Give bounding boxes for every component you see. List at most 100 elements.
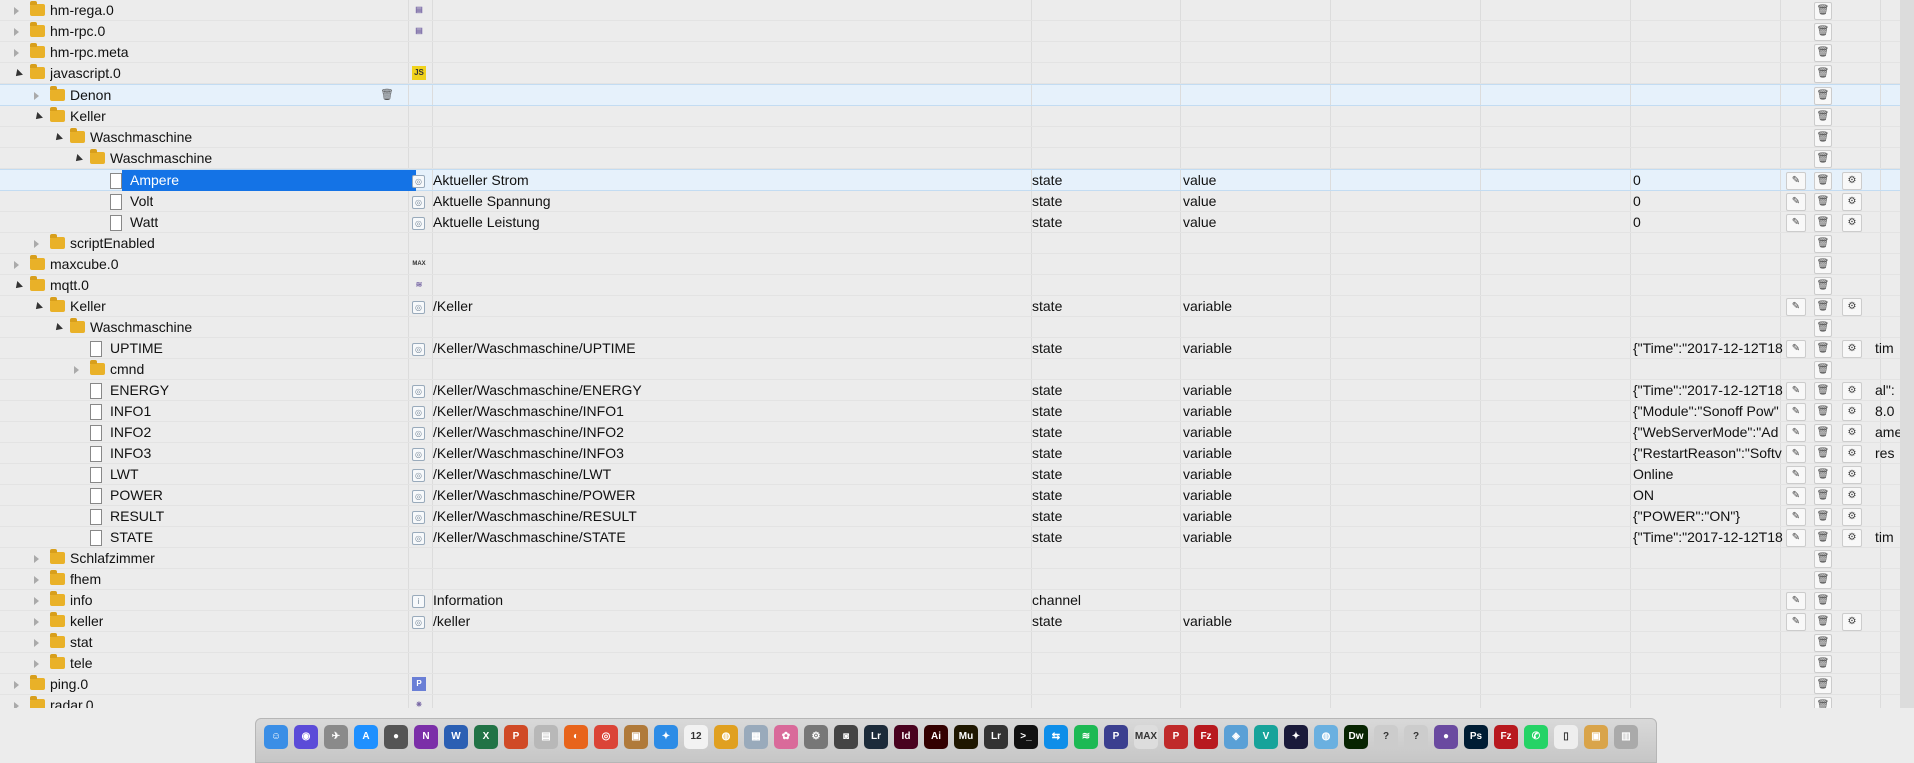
delete-button[interactable]: 🗑: [1814, 214, 1832, 232]
onenote-icon[interactable]: N: [414, 725, 438, 749]
edit-button[interactable]: ✎: [1786, 613, 1806, 631]
polar-icon[interactable]: P: [1164, 725, 1188, 749]
object-name[interactable]: cmnd: [110, 359, 144, 380]
delete-button[interactable]: 🗑: [1814, 571, 1832, 589]
collapse-toggle-icon[interactable]: [73, 154, 83, 164]
object-name[interactable]: stat: [70, 632, 93, 653]
camera-icon[interactable]: ◙: [834, 725, 858, 749]
object-name[interactable]: Keller: [70, 106, 106, 127]
expand-toggle-icon[interactable]: [14, 261, 19, 269]
dreamweaver-icon[interactable]: Dw: [1344, 725, 1368, 749]
tree-row[interactable]: Schlafzimmer 🗑: [0, 548, 1900, 569]
filezilla-icon[interactable]: Fz: [1194, 725, 1218, 749]
delete-button[interactable]: 🗑: [1814, 87, 1832, 105]
settings-button[interactable]: ⚙: [1842, 298, 1862, 316]
tree-row[interactable]: INFO1 ◎ /Keller/Waschmaschine/INFO1 state va…: [0, 401, 1900, 422]
expand-toggle-icon[interactable]: [74, 366, 79, 374]
delete-button[interactable]: 🗑: [1814, 108, 1832, 126]
settings-button[interactable]: ⚙: [1842, 214, 1862, 232]
expand-toggle-icon[interactable]: [34, 660, 39, 668]
collapse-toggle-icon[interactable]: [13, 69, 23, 79]
tree-row[interactable]: POWER ◎ /Keller/Waschmaschine/POWER state va…: [0, 485, 1900, 506]
expand-toggle-icon[interactable]: [34, 240, 39, 248]
settings-button[interactable]: ⚙: [1842, 466, 1862, 484]
spotify-icon[interactable]: ≋: [1074, 725, 1098, 749]
patreon-icon[interactable]: P: [1104, 725, 1128, 749]
object-name[interactable]: Schlafzimmer: [70, 548, 155, 569]
calendar-icon[interactable]: 12: [684, 725, 708, 749]
edit-button[interactable]: ✎: [1786, 403, 1806, 421]
delete-button[interactable]: 🗑: [1814, 508, 1832, 526]
settings-button[interactable]: ⚙: [1842, 529, 1862, 547]
finder-alt-icon[interactable]: ◍: [714, 725, 738, 749]
edit-button[interactable]: ✎: [1786, 193, 1806, 211]
object-name[interactable]: info: [70, 590, 93, 611]
terminal-icon[interactable]: >_: [1014, 725, 1038, 749]
object-name[interactable]: Waschmaschine: [90, 317, 192, 338]
edit-button[interactable]: ✎: [1786, 592, 1806, 610]
delete-button[interactable]: 🗑: [1814, 529, 1832, 547]
object-name[interactable]: INFO1: [110, 401, 151, 422]
collapse-toggle-icon[interactable]: [53, 133, 63, 143]
settings-icon[interactable]: ⚙: [804, 725, 828, 749]
object-name[interactable]: Denon: [70, 85, 111, 106]
tree-row[interactable]: mqtt.0 ≋ 🗑: [0, 275, 1900, 296]
settings-button[interactable]: ⚙: [1842, 382, 1862, 400]
edit-button[interactable]: ✎: [1786, 424, 1806, 442]
illustrator-icon[interactable]: Ai: [924, 725, 948, 749]
tree-row[interactable]: hm-rpc.meta 🗑: [0, 42, 1900, 63]
edit-button[interactable]: ✎: [1786, 508, 1806, 526]
edit-button[interactable]: ✎: [1786, 487, 1806, 505]
delete-button[interactable]: 🗑: [1814, 319, 1832, 337]
delete-button[interactable]: 🗑: [1814, 129, 1832, 147]
tree-row[interactable]: INFO2 ◎ /Keller/Waschmaschine/INFO2 state va…: [0, 422, 1900, 443]
edit-button[interactable]: ✎: [1786, 340, 1806, 358]
object-name[interactable]: ping.0: [50, 674, 88, 695]
delete-button[interactable]: 🗑: [1814, 340, 1832, 358]
object-name[interactable]: hm-rega.0: [50, 0, 114, 21]
delete-button[interactable]: 🗑: [1814, 235, 1832, 253]
object-name[interactable]: mqtt.0: [50, 275, 89, 296]
expand-toggle-icon[interactable]: [34, 555, 39, 563]
edit-button[interactable]: ✎: [1786, 214, 1806, 232]
powerpoint-icon[interactable]: P: [504, 725, 528, 749]
delete-button[interactable]: 🗑: [1814, 613, 1832, 631]
object-name[interactable]: tele: [70, 653, 93, 674]
object-name[interactable]: maxcube.0: [50, 254, 118, 275]
object-name[interactable]: scriptEnabled: [70, 233, 155, 254]
delete-button[interactable]: 🗑: [1814, 298, 1832, 316]
delete-button[interactable]: 🗑: [1814, 256, 1832, 274]
indesign-icon[interactable]: Id: [894, 725, 918, 749]
expand-toggle-icon[interactable]: [34, 618, 39, 626]
tree-row[interactable]: Keller ◎ /Keller state variable ✎ 🗑 ⚙: [0, 296, 1900, 317]
edit-button[interactable]: ✎: [1786, 172, 1806, 190]
object-name[interactable]: Watt: [130, 212, 158, 233]
delete-button[interactable]: 🗑: [1814, 676, 1832, 694]
teamviewer-icon[interactable]: ⇆: [1044, 725, 1068, 749]
collapse-toggle-icon[interactable]: [13, 281, 23, 291]
object-name[interactable]: radar.0: [50, 695, 94, 708]
safari-icon[interactable]: ✦: [654, 725, 678, 749]
tree-row[interactable]: LWT ◎ /Keller/Waschmaschine/LWT state variab…: [0, 464, 1900, 485]
excel-icon[interactable]: X: [474, 725, 498, 749]
pdf-icon[interactable]: ▯: [1554, 725, 1578, 749]
tree-row[interactable]: javascript.0 JS 🗑: [0, 63, 1900, 84]
expand-toggle-icon[interactable]: [14, 7, 19, 15]
object-name[interactable]: POWER: [110, 485, 163, 506]
expand-toggle-icon[interactable]: [14, 28, 19, 36]
object-name[interactable]: Keller: [70, 296, 106, 317]
delete-button[interactable]: 🗑: [1814, 2, 1832, 20]
mqtt-fx-icon[interactable]: ●: [1434, 725, 1458, 749]
max-app-icon[interactable]: MAX: [1134, 725, 1158, 749]
tree-row[interactable]: scriptEnabled 🗑: [0, 233, 1900, 254]
tree-row[interactable]: RESULT ◎ /Keller/Waschmaschine/RESULT state…: [0, 506, 1900, 527]
tree-row[interactable]: fhem 🗑: [0, 569, 1900, 590]
settings-button[interactable]: ⚙: [1842, 403, 1862, 421]
expand-toggle-icon[interactable]: [34, 576, 39, 584]
tree-row[interactable]: radar.0 ✷ 🗑: [0, 695, 1900, 708]
object-name[interactable]: Waschmaschine: [110, 148, 212, 169]
delete-button[interactable]: 🗑: [1814, 592, 1832, 610]
delete-button[interactable]: 🗑: [1814, 634, 1832, 652]
object-name[interactable]: Ampere: [122, 170, 416, 191]
delete-button[interactable]: 🗑: [1814, 277, 1832, 295]
